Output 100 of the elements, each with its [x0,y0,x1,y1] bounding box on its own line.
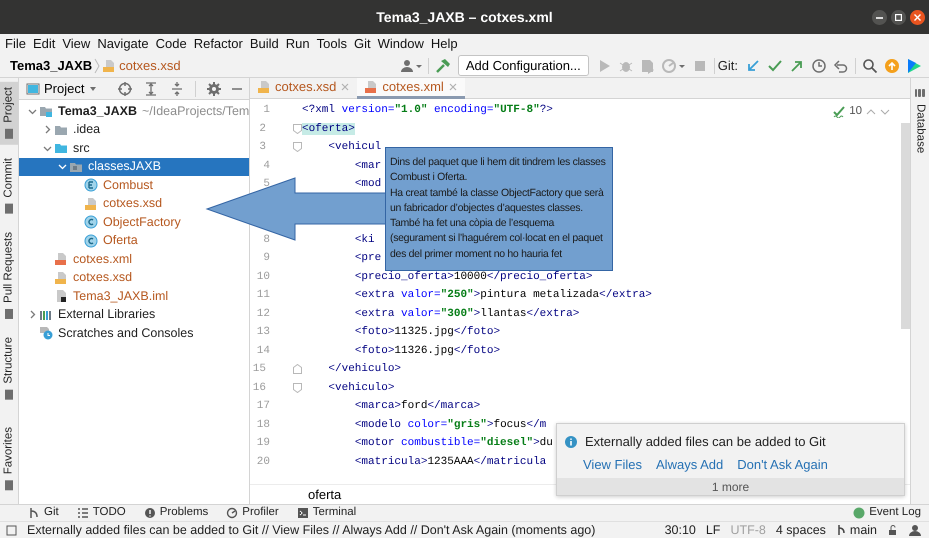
tool-window-button[interactable]: Profiler [226,504,279,522]
code-line: <precio_oferta>10000</precio_oferta> [354,270,592,284]
more-notifications-link[interactable]: 1 more [712,478,750,496]
callout-text: Dins del paquet que li hem dit tindrem les classes Combust i Oferta. [390,155,607,186]
editor-tab[interactable]: cotxes.xsd [250,78,358,99]
run-configuration-button[interactable]: Add Configuration... [458,55,589,76]
lock-icon[interactable] [887,524,899,536]
enum-icon [84,178,98,192]
module-icon [39,104,53,118]
tool-window-icon [3,479,15,491]
line-number: 20 [256,454,270,470]
commit-icon [767,58,783,74]
line-number: 8 [262,232,270,248]
menu-item[interactable]: Navigate [97,34,149,54]
update-available-icon [884,58,900,74]
tool-window-tab[interactable]: Pull Requests [0,227,18,326]
tree-item[interactable]: Tema3_JAXB ~/IdeaProjects/Tem [19,102,249,120]
code-line: <foto>11325.jpg</foto> [354,325,500,340]
line-number: 11 [256,288,270,303]
tool-window-button[interactable]: Terminal [296,504,356,522]
terminal-icon [296,507,309,519]
breadcrumb-item[interactable]: oferta [305,484,344,504]
notification-link[interactable]: Don't Ask Again [737,454,828,474]
tree-item[interactable]: cotxes.xsd [19,194,162,213]
scrollbar-thumb[interactable] [901,123,910,329]
inspection-count[interactable]: 10 [849,103,862,120]
settings-icon [206,80,222,96]
menu-item[interactable]: Run [286,34,310,54]
close-button[interactable] [910,10,925,25]
code-line: <pre [354,251,382,266]
menu-item[interactable]: View [62,34,90,54]
tool-window-tab[interactable]: Project [0,82,18,145]
tool-window-icon [3,202,15,214]
breadcrumb-item[interactable]: Tema3_JAXB [10,56,92,76]
tree-item[interactable]: External Libraries [19,306,156,324]
menu-item[interactable]: File [5,34,26,54]
path-hint: ~/IdeaProjects/Tem [142,102,249,120]
menu-item[interactable]: Tools [316,34,347,54]
menu-item[interactable]: Refactor [194,34,243,54]
status-toggle-icon[interactable] [6,524,17,536]
tree-item[interactable]: Tema3_JAXB.iml [19,287,168,306]
menu-item[interactable]: Code [156,34,187,54]
tool-window-tab[interactable]: Commit [0,152,18,220]
xsd-file-icon [102,58,116,72]
tree-item[interactable]: cotxes.xml [19,250,132,268]
breadcrumb-item[interactable]: cotxes.xsd [119,56,181,76]
tree-item[interactable]: ObjectFactory [19,213,181,232]
folder-icon [54,141,68,156]
maximize-button[interactable] [891,10,906,25]
git-icon [28,507,40,519]
event-log-button[interactable]: Event Log [853,504,921,522]
tree-item[interactable]: Combust [19,176,154,194]
code-line: <vehiculo> [328,380,394,396]
line-separator[interactable]: LF [706,520,720,538]
tree-item[interactable]: Scratches and Consoles [19,324,194,342]
tree-item[interactable]: classesJAXB [19,158,249,176]
tool-window-button[interactable]: TODO [76,504,126,522]
menu-item[interactable]: Git [354,34,371,54]
menu-item[interactable]: Edit [32,34,56,54]
notification-title: Externally added files can be added to Git [585,433,826,451]
tree-item[interactable]: Oferta [19,232,138,250]
xml-file-icon [54,252,68,266]
code-line: <marca>ford</marca> [354,399,480,414]
xsd-file-icon [84,196,98,211]
menu-item[interactable]: Build [250,34,279,54]
tool-window-button[interactable]: Problems [144,504,208,522]
line-number: 13 [256,325,270,340]
update-icon [745,58,761,74]
code-line: <mod [354,177,382,192]
branch-widget[interactable]: main [836,520,877,538]
coverage-icon [640,58,656,74]
callout-text: Ha creat també la classe ObjectFactory que serà un fabricador d’objectes d’aquestes classes. [390,186,605,216]
minimize-button[interactable] [872,10,887,25]
panel-icon [26,82,40,96]
tree-item[interactable]: src [19,139,90,158]
xml-file-icon [364,80,378,94]
notification-link[interactable]: View Files [583,454,642,474]
editor-tab[interactable]: cotxes.xml [357,78,465,99]
branch-icon [836,524,846,536]
indent-setting[interactable]: 4 spaces [776,520,826,538]
app-logo-icon [906,58,922,74]
tool-window-tab[interactable]: Structure [0,332,18,406]
maximize-icon [895,14,902,21]
tool-window-tab[interactable]: Favorites [0,422,18,496]
up-caret-icon[interactable] [866,108,876,116]
tool-window-button[interactable]: Git [28,504,59,522]
class-icon [84,215,98,230]
class-icon [84,234,98,248]
user-icon [400,58,422,74]
menu-item[interactable]: Help [430,34,458,54]
caret-position[interactable]: 30:10 [664,520,696,538]
down-caret-icon[interactable] [880,108,890,116]
code-line: <extra valor="250">pintura metalizada</extra> [354,288,652,303]
tree-item[interactable]: cotxes.xsd [19,268,132,287]
tool-window-tab[interactable]: Database [911,82,929,158]
menu-item[interactable]: Window [378,34,424,54]
build-icon [434,58,451,74]
notification-link[interactable]: Always Add [656,454,724,474]
project-view-dropdown[interactable]: Project [23,78,102,98]
tree-item[interactable]: .idea [19,120,100,139]
